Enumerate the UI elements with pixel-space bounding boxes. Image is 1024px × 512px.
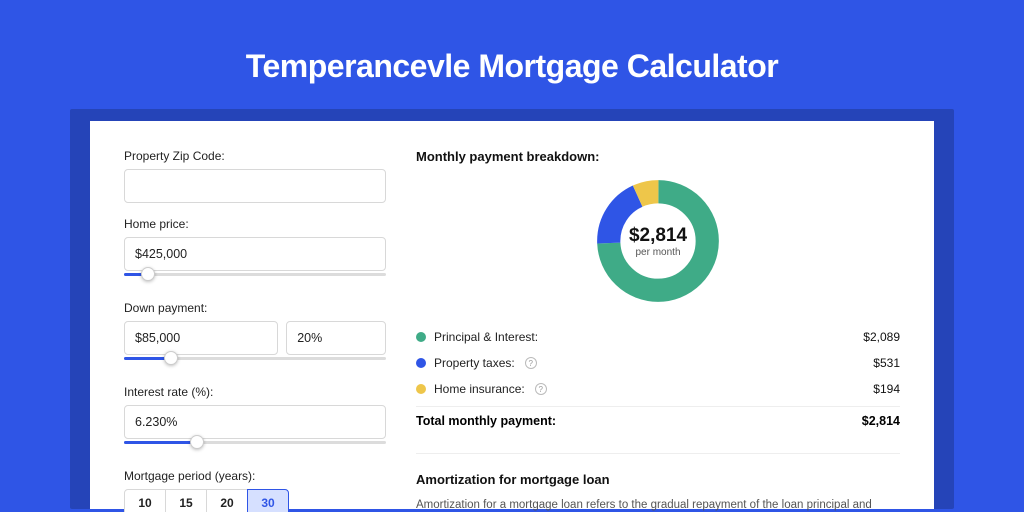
legend-value: $2,089 [863,330,900,344]
legend-dot-icon [416,332,426,342]
period-button-group: 10152030 [124,489,386,512]
down-payment-field: Down payment: [124,301,386,371]
down-payment-input[interactable] [124,321,278,355]
home-price-field: Home price: [124,217,386,287]
amortization-text: Amortization for a mortgage loan refers … [416,497,900,512]
legend-row: Property taxes:? $531 [416,350,900,376]
card-shadow: Property Zip Code: Home price: Down paym… [70,109,954,509]
breakdown-title: Monthly payment breakdown: [416,149,900,164]
legend-value: $531 [873,356,900,370]
period-button-10[interactable]: 10 [124,489,166,512]
home-price-label: Home price: [124,217,386,231]
home-price-input[interactable] [124,237,386,271]
page-title: Temperancevle Mortgage Calculator [0,0,1024,109]
home-price-slider[interactable] [124,271,386,287]
total-label: Total monthly payment: [416,414,556,428]
down-payment-slider[interactable] [124,355,386,371]
breakdown-column: Monthly payment breakdown: $2,814 per mo… [416,149,900,509]
form-column: Property Zip Code: Home price: Down paym… [124,149,386,509]
down-payment-label: Down payment: [124,301,386,315]
interest-input[interactable] [124,405,386,439]
calculator-card: Property Zip Code: Home price: Down paym… [90,121,934,509]
zip-field: Property Zip Code: [124,149,386,203]
amortization-title: Amortization for mortgage loan [416,472,900,487]
donut-chart-wrap: $2,814 per month [416,176,900,306]
slider-thumb-icon[interactable] [190,435,204,449]
legend-dot-icon [416,358,426,368]
slider-thumb-icon[interactable] [164,351,178,365]
zip-input[interactable] [124,169,386,203]
legend-label: Property taxes: [434,356,515,370]
donut-amount: $2,814 [629,225,687,247]
slider-thumb-icon[interactable] [141,267,155,281]
info-icon[interactable]: ? [535,383,547,395]
total-row: Total monthly payment: $2,814 [416,406,900,435]
down-payment-pct-input[interactable] [286,321,386,355]
info-icon[interactable]: ? [525,357,537,369]
legend-row: Home insurance:? $194 [416,376,900,402]
period-field: Mortgage period (years): 10152030 [124,469,386,512]
interest-field: Interest rate (%): [124,385,386,455]
legend-row: Principal & Interest: $2,089 [416,324,900,350]
amortization-section: Amortization for mortgage loan Amortizat… [416,453,900,512]
total-value: $2,814 [862,414,900,428]
donut-chart: $2,814 per month [593,176,723,306]
legend-dot-icon [416,384,426,394]
legend: Principal & Interest: $2,089 Property taxe… [416,324,900,402]
period-label: Mortgage period (years): [124,469,386,483]
zip-label: Property Zip Code: [124,149,386,163]
interest-label: Interest rate (%): [124,385,386,399]
legend-label: Principal & Interest: [434,330,538,344]
donut-sublabel: per month [635,247,680,258]
legend-value: $194 [873,382,900,396]
period-button-30[interactable]: 30 [247,489,289,512]
interest-slider[interactable] [124,439,386,455]
period-button-15[interactable]: 15 [165,489,207,512]
donut-center: $2,814 per month [593,176,723,306]
legend-label: Home insurance: [434,382,525,396]
period-button-20[interactable]: 20 [206,489,248,512]
